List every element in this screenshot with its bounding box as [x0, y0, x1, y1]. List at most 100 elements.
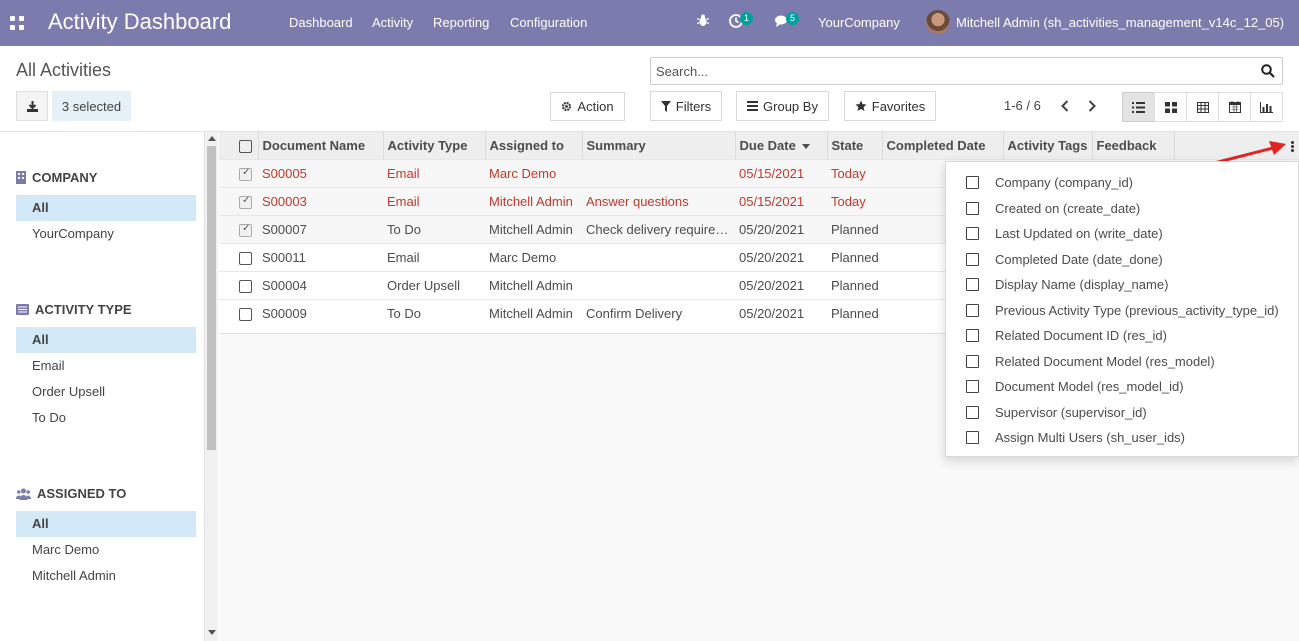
row-checkbox[interactable] — [239, 223, 252, 237]
optional-column-item[interactable]: Document Model (res_model_id) — [946, 374, 1298, 399]
due-date-cell[interactable]: 05/20/2021 — [735, 243, 827, 271]
due-date-cell[interactable]: 05/20/2021 — [735, 271, 827, 299]
filters-button[interactable]: Filters — [650, 91, 722, 121]
sidebar-scrollbar[interactable] — [204, 132, 218, 641]
row-checkbox-cell[interactable] — [219, 243, 258, 271]
optional-column-checkbox[interactable] — [966, 405, 979, 419]
list-view-button[interactable] — [1122, 92, 1155, 122]
sidebar-assigned-marc-demo[interactable]: Marc Demo — [16, 537, 196, 563]
document-name-cell[interactable]: S00003 — [258, 187, 383, 215]
scroll-up-arrow-icon[interactable] — [208, 136, 216, 141]
optional-column-checkbox[interactable] — [966, 303, 979, 317]
select-all-header[interactable] — [219, 132, 258, 159]
row-checkbox-cell[interactable] — [219, 271, 258, 299]
optional-column-item[interactable]: Related Document Model (res_model) — [946, 349, 1298, 374]
group-by-button[interactable]: Group By — [736, 91, 829, 121]
row-checkbox-cell[interactable] — [219, 215, 258, 243]
document-name-cell[interactable]: S00009 — [258, 299, 383, 327]
menu-activity[interactable]: Activity — [372, 15, 413, 30]
row-checkbox[interactable] — [239, 279, 252, 293]
scrollbar-thumb[interactable] — [207, 146, 216, 450]
column-header[interactable]: Feedback — [1091, 132, 1174, 159]
optional-column-checkbox[interactable] — [966, 176, 979, 189]
optional-column-checkbox[interactable] — [966, 278, 979, 291]
graph-view-button[interactable] — [1250, 92, 1283, 122]
action-button[interactable]: Action — [550, 92, 625, 121]
company-switcher[interactable]: YourCompany — [818, 15, 900, 30]
bug-icon[interactable] — [697, 14, 709, 30]
kanban-view-button[interactable] — [1154, 92, 1187, 122]
sidebar-activity-type-all[interactable]: All — [16, 327, 196, 353]
menu-dashboard[interactable]: Dashboard — [289, 15, 353, 30]
optional-column-item[interactable]: Company (company_id) — [946, 170, 1298, 195]
favorites-button[interactable]: Favorites — [844, 91, 936, 121]
apps-menu-icon[interactable] — [10, 16, 24, 30]
state-cell[interactable]: Today — [827, 159, 882, 187]
select-all-checkbox[interactable] — [239, 139, 252, 153]
column-header[interactable]: Assigned to — [484, 132, 582, 159]
optional-column-checkbox[interactable] — [966, 431, 979, 444]
state-cell[interactable]: Planned — [827, 299, 882, 327]
sidebar-company-all[interactable]: All — [16, 195, 196, 221]
row-checkbox[interactable] — [239, 307, 252, 321]
sidebar-activity-type-email[interactable]: Email — [16, 353, 196, 379]
state-cell[interactable]: Planned — [827, 243, 882, 271]
row-checkbox[interactable] — [239, 251, 252, 265]
sidebar-assigned-all[interactable]: All — [16, 511, 196, 537]
document-name-cell[interactable]: S00011 — [258, 243, 383, 271]
activity-type-cell[interactable]: Order Upsell — [383, 271, 485, 299]
pager-value[interactable]: 1-6 / 6 — [1004, 98, 1041, 113]
sidebar-company-yourcompany[interactable]: YourCompany — [16, 221, 196, 247]
row-checkbox-cell[interactable] — [219, 187, 258, 215]
activity-type-cell[interactable]: To Do — [383, 299, 485, 327]
activity-type-cell[interactable]: Email — [383, 159, 485, 187]
summary-cell[interactable]: Check delivery requirements — [582, 215, 735, 243]
due-date-cell[interactable]: 05/20/2021 — [735, 215, 827, 243]
column-header[interactable]: Summary — [581, 132, 735, 159]
pivot-view-button[interactable] — [1186, 92, 1219, 122]
optional-column-item[interactable]: Supervisor (supervisor_id) — [946, 400, 1298, 425]
menu-reporting[interactable]: Reporting — [433, 15, 489, 30]
document-name-cell[interactable]: S00007 — [258, 215, 383, 243]
row-checkbox[interactable] — [239, 167, 252, 181]
assigned-to-cell[interactable]: Mitchell Admin — [485, 215, 582, 243]
summary-cell[interactable]: Answer questions — [582, 187, 735, 215]
sidebar-assigned-mitchell-admin[interactable]: Mitchell Admin — [16, 563, 196, 589]
optional-column-item[interactable]: Previous Activity Type (previous_activit… — [946, 298, 1298, 323]
pager-previous-button[interactable] — [1057, 97, 1073, 115]
summary-cell[interactable] — [582, 271, 735, 299]
summary-cell[interactable]: Confirm Delivery — [582, 299, 735, 327]
assigned-to-cell[interactable]: Marc Demo — [485, 159, 582, 187]
state-cell[interactable]: Planned — [827, 271, 882, 299]
activity-type-cell[interactable]: Email — [383, 187, 485, 215]
pager-next-button[interactable] — [1084, 97, 1100, 115]
assigned-to-cell[interactable]: Mitchell Admin — [485, 271, 582, 299]
row-checkbox-cell[interactable] — [219, 159, 258, 187]
row-checkbox-cell[interactable] — [219, 299, 258, 327]
optional-column-item[interactable]: Completed Date (date_done) — [946, 247, 1298, 272]
summary-cell[interactable] — [582, 243, 735, 271]
assigned-to-cell[interactable]: Mitchell Admin — [485, 299, 582, 327]
row-checkbox[interactable] — [239, 195, 252, 209]
column-header[interactable]: Document Name — [257, 132, 383, 159]
due-date-cell[interactable]: 05/15/2021 — [735, 187, 827, 215]
optional-column-checkbox[interactable] — [966, 227, 979, 240]
download-button[interactable] — [16, 91, 48, 121]
optional-column-checkbox[interactable] — [966, 252, 979, 266]
column-header[interactable]: State — [826, 132, 882, 159]
menu-configuration[interactable]: Configuration — [510, 15, 587, 30]
optional-column-item[interactable]: Related Document ID (res_id) — [946, 323, 1298, 348]
document-name-cell[interactable]: S00004 — [258, 271, 383, 299]
user-avatar[interactable] — [926, 10, 950, 34]
activity-type-cell[interactable]: Email — [383, 243, 485, 271]
optional-column-item[interactable]: Display Name (display_name) — [946, 272, 1298, 297]
column-header[interactable]: Activity Type — [382, 132, 485, 159]
assigned-to-cell[interactable]: Mitchell Admin — [485, 187, 582, 215]
optional-column-checkbox[interactable] — [966, 329, 979, 342]
summary-cell[interactable] — [582, 159, 735, 187]
scroll-down-arrow-icon[interactable] — [208, 630, 216, 635]
column-header[interactable]: Completed Date — [881, 132, 1003, 159]
due-date-cell[interactable]: 05/15/2021 — [735, 159, 827, 187]
optional-column-checkbox[interactable] — [966, 354, 979, 368]
optional-column-checkbox[interactable] — [966, 380, 979, 393]
